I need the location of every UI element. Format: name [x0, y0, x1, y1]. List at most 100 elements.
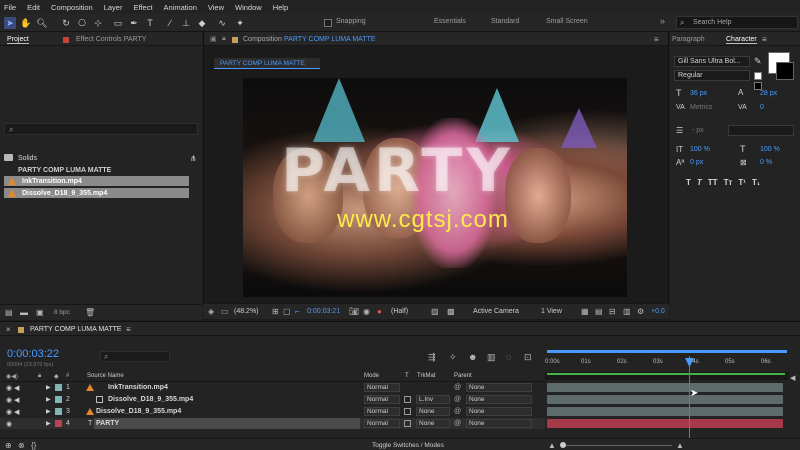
layer-row-4[interactable]: ◉ ▶ 4 T PARTY Normal None @ None	[0, 418, 545, 429]
menu-help[interactable]: Help	[273, 3, 288, 12]
font-family-dropdown[interactable]: Gill Sans Ultra Bol...	[674, 56, 750, 67]
toggle-pixel-icon[interactable]: ▦	[581, 307, 589, 316]
frame-blending-icon[interactable]: ▥	[487, 352, 496, 363]
zoom-tool-icon[interactable]: 🔍︎	[36, 17, 48, 29]
menu-edit[interactable]: Edit	[27, 3, 40, 12]
baseline-shift-value[interactable]: 0 px	[690, 159, 703, 166]
graph-editor-icon[interactable]: ⊡	[524, 352, 532, 363]
all-caps-button[interactable]: TT	[708, 178, 718, 188]
comp-mini-flowchart-icon[interactable]: ⇶	[428, 352, 436, 363]
current-timecode[interactable]: 0:00:03:21	[307, 308, 340, 315]
snapping-checkbox[interactable]	[324, 19, 332, 27]
font-size-value[interactable]: 36 px	[690, 90, 707, 97]
project-search-input[interactable]: ⌕	[4, 123, 198, 135]
mode-header[interactable]: Mode	[364, 373, 379, 379]
workspace-small-screen[interactable]: Small Screen	[546, 18, 588, 25]
snapshot-icon[interactable]: 📷︎	[349, 307, 359, 316]
layer-mode-dropdown[interactable]: Normal	[364, 383, 400, 392]
mask-visibility-icon[interactable]: ▢	[283, 307, 291, 316]
workspace-essentials[interactable]: Essentials	[434, 18, 466, 25]
layer-mode-dropdown[interactable]: Normal	[364, 395, 400, 404]
roto-brush-tool-icon[interactable]: ∿	[216, 17, 228, 29]
toggle-switches-modes-button[interactable]: Toggle Switches / Modes	[372, 442, 444, 449]
trkmat-dropdown[interactable]: None	[416, 419, 450, 428]
panel-options-icon[interactable]: ≡	[126, 325, 131, 334]
preserve-transparency-checkbox[interactable]	[404, 396, 411, 403]
expand-arrow-icon[interactable]: ▶	[46, 420, 51, 427]
camera-tool-icon[interactable]: ⎔	[76, 17, 88, 29]
layer-row-3[interactable]: ◉ ◀ ▶ 3 Dissolve_D18_9_355.mp4 Normal No…	[0, 406, 545, 417]
preserve-transparency-checkbox[interactable]	[404, 408, 411, 415]
subscript-button[interactable]: T₁	[752, 178, 760, 188]
new-folder-icon[interactable]: ▬	[20, 308, 28, 317]
zoom-out-icon[interactable]: ▲	[548, 441, 556, 450]
menu-composition[interactable]: Composition	[51, 3, 93, 12]
trkmat-header[interactable]: TrkMat	[417, 373, 435, 379]
color-channel-icon[interactable]: ●	[377, 307, 382, 316]
time-ruler[interactable]: 0:00s 01s 02s 03s 04s 05s 06s	[545, 350, 789, 372]
t-header[interactable]: T	[405, 373, 409, 379]
menu-view[interactable]: View	[208, 3, 224, 12]
brush-tool-icon[interactable]: ∕	[164, 17, 176, 29]
interpret-footage-icon[interactable]: ▤	[5, 308, 13, 317]
render-icon[interactable]: ▤	[595, 307, 603, 316]
expand-modes-icon[interactable]: ⊗	[18, 441, 25, 450]
eyedropper-icon[interactable]: ✎	[754, 56, 762, 67]
camera-dropdown[interactable]: Active Camera	[473, 308, 519, 315]
resolution-dropdown[interactable]: (Half)	[391, 308, 408, 315]
superscript-button[interactable]: T¹	[738, 178, 746, 188]
trash-icon[interactable]: 🗑︎	[85, 308, 95, 317]
source-name-header[interactable]: Source Name	[87, 373, 124, 379]
layer-label-color[interactable]	[55, 396, 62, 403]
zoom-slider-track[interactable]	[562, 445, 672, 446]
transparency-grid-icon[interactable]: ▩	[447, 307, 455, 316]
visibility-eye-icon[interactable]: ◉	[6, 396, 12, 404]
pickwhip-icon[interactable]: @	[454, 384, 461, 391]
stroke-width-value[interactable]: - px	[692, 127, 704, 134]
workspace-menu-icon[interactable]: »	[660, 16, 665, 26]
layer-label-color[interactable]	[55, 420, 62, 427]
project-item-solids[interactable]: Solids	[4, 153, 37, 163]
layer-mode-dropdown[interactable]: Normal	[364, 407, 400, 416]
lock-icon[interactable]: 🔒︎	[222, 35, 226, 43]
puppet-tool-icon[interactable]: ✦	[234, 17, 246, 29]
search-help-input[interactable]: ⌕ Search Help	[676, 16, 798, 29]
close-tab-icon[interactable]: ×	[6, 325, 11, 334]
type-tool-icon[interactable]: T	[144, 17, 156, 29]
project-item-inktransition[interactable]: InkTransition.mp4	[4, 176, 189, 186]
small-caps-button[interactable]: Tт	[724, 178, 733, 188]
tab-project[interactable]: Project	[7, 36, 29, 44]
audio-icon[interactable]: ◀	[14, 408, 19, 416]
stroke-style-dropdown[interactable]	[728, 125, 794, 136]
layer-label-color[interactable]	[55, 384, 62, 391]
new-comp-icon[interactable]: ▣	[36, 308, 44, 317]
font-style-dropdown[interactable]: Regular	[674, 70, 750, 81]
visibility-eye-icon[interactable]: ◉	[6, 384, 12, 392]
views-dropdown[interactable]: 1 View	[541, 308, 562, 315]
expand-arrow-icon[interactable]: ▶	[46, 384, 51, 391]
zoom-in-icon[interactable]: ▲	[676, 441, 684, 450]
expand-arrow-icon[interactable]: ▶	[46, 408, 51, 415]
hide-shy-icon[interactable]: ☻	[468, 352, 477, 362]
expand-stretch-icon[interactable]: {}	[31, 441, 36, 450]
track-bar-layer-1[interactable]	[547, 383, 783, 392]
timeline-icon[interactable]: ▥	[623, 307, 631, 316]
audio-icon[interactable]: ◀	[14, 384, 19, 392]
zoom-level[interactable]: (48.2%)	[234, 308, 259, 315]
default-black-swatch[interactable]	[754, 82, 762, 90]
hand-tool-icon[interactable]: ✋	[20, 17, 32, 29]
layer-row-2[interactable]: ◉ ◀ ▶ 2 Dissolve_D18_9_355.mp4 Normal L.…	[0, 394, 545, 405]
rectangle-tool-icon[interactable]: ▭	[112, 17, 124, 29]
track-bar-layer-2[interactable]	[547, 395, 783, 404]
tab-paragraph[interactable]: Paragraph	[672, 36, 705, 43]
horizontal-scale-value[interactable]: 100 %	[760, 146, 780, 153]
faux-bold-button[interactable]: T	[686, 178, 691, 188]
layer-name[interactable]: Dissolve_D18_9_355.mp4	[96, 408, 181, 415]
workspace-standard[interactable]: Standard	[491, 18, 519, 25]
show-snapshot-icon[interactable]: ◉	[363, 307, 370, 316]
current-time-display[interactable]: 0:00:03:22	[7, 348, 59, 360]
menu-effect[interactable]: Effect	[133, 3, 152, 12]
pickwhip-icon[interactable]: @	[454, 408, 461, 415]
tsume-value[interactable]: 0 %	[760, 159, 772, 166]
timeline-comp-tab[interactable]: PARTY COMP LUMA MATTE	[30, 326, 122, 333]
